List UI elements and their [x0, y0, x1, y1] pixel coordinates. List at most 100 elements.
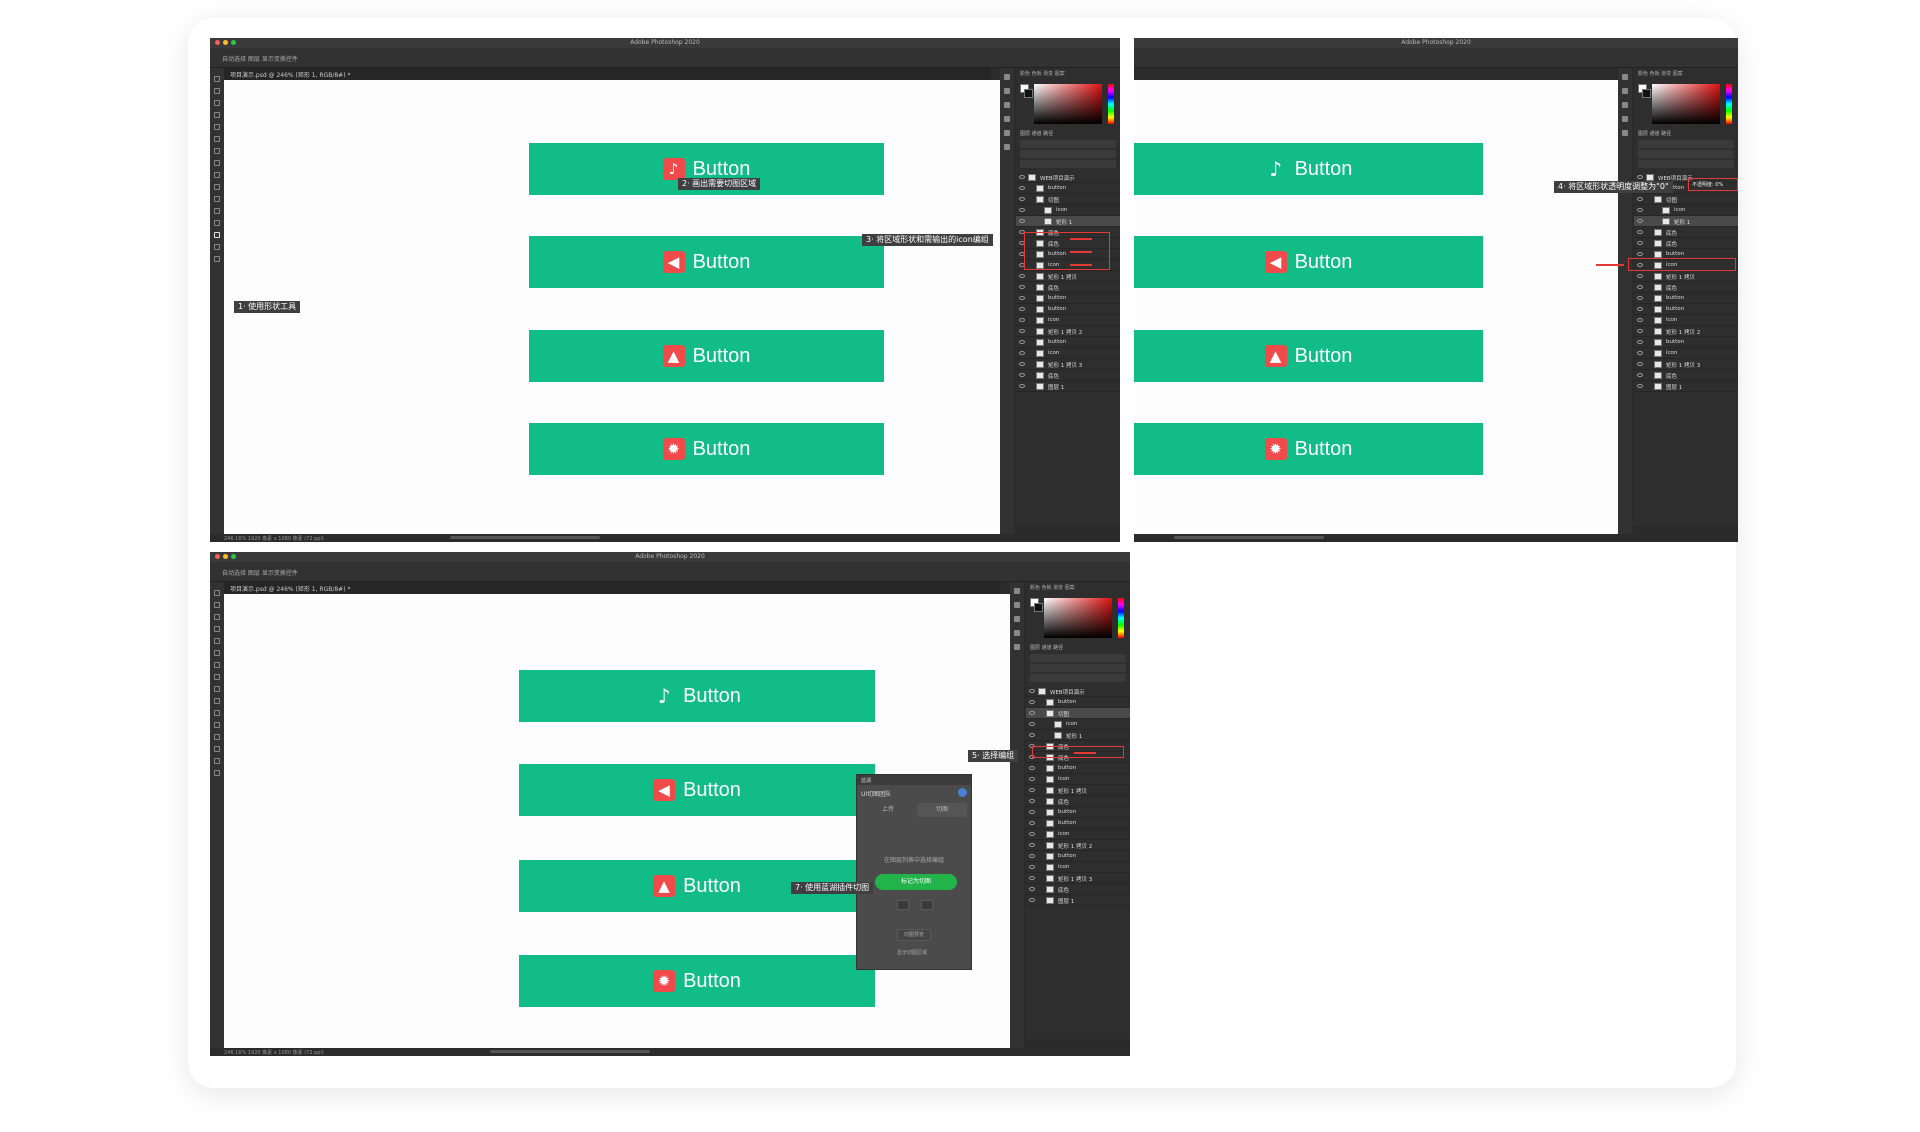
- visibility-eye-icon[interactable]: [1029, 733, 1035, 737]
- visibility-eye-icon[interactable]: [1029, 887, 1035, 891]
- visibility-eye-icon[interactable]: [1637, 208, 1643, 212]
- visibility-eye-icon[interactable]: [1637, 197, 1643, 201]
- adjustments-icon[interactable]: [1622, 116, 1628, 122]
- options-text[interactable]: 自动选择 图层 显示变换控件: [222, 568, 298, 577]
- layer-filter-row[interactable]: [1638, 140, 1734, 148]
- document-tab[interactable]: 项目演示.psd @ 246% (矩形 1, RGB/8#) *: [230, 70, 350, 79]
- layer-row[interactable]: 底色: [1016, 370, 1120, 381]
- layer-row[interactable]: 底色: [1634, 227, 1738, 238]
- speaker-button[interactable]: ◀ Button: [519, 764, 875, 816]
- visibility-eye-icon[interactable]: [1029, 689, 1035, 693]
- layer-row[interactable]: 矩形 1 拷贝 3: [1634, 359, 1738, 370]
- visibility-eye-icon[interactable]: [1637, 241, 1643, 245]
- warning-button[interactable]: ▲ Button: [1134, 330, 1483, 382]
- move-tool-icon[interactable]: [214, 590, 220, 596]
- hue-slider[interactable]: [1726, 84, 1732, 124]
- properties-icon[interactable]: [1014, 602, 1020, 608]
- layer-row[interactable]: icon: [1026, 829, 1130, 840]
- lock-row[interactable]: [1638, 160, 1734, 168]
- text-tool-icon[interactable]: [214, 722, 220, 728]
- layer-row[interactable]: 底色: [1026, 796, 1130, 807]
- visibility-eye-icon[interactable]: [1029, 788, 1035, 792]
- adjustments-icon[interactable]: [1004, 116, 1010, 122]
- layer-filter-row[interactable]: [1030, 654, 1126, 662]
- user-avatar[interactable]: [958, 788, 967, 797]
- gradient-tool-icon[interactable]: [214, 184, 220, 190]
- layer-row[interactable]: 切图: [1634, 194, 1738, 205]
- opacity-field[interactable]: 不透明度: 0%: [1692, 181, 1723, 188]
- visibility-eye-icon[interactable]: [1029, 722, 1035, 726]
- eraser-tool-icon[interactable]: [214, 686, 220, 692]
- layers-panel-tabs[interactable]: 图层 通道 路径: [1030, 644, 1063, 651]
- visibility-eye-icon[interactable]: [1637, 175, 1643, 179]
- visibility-eye-icon[interactable]: [1637, 340, 1643, 344]
- gear-button[interactable]: ✹ Button: [519, 955, 875, 1007]
- layer-row[interactable]: 矩形 1 拷贝 2: [1026, 840, 1130, 851]
- hand-tool-icon[interactable]: [214, 244, 220, 250]
- layer-filter-row[interactable]: [1020, 140, 1116, 148]
- blend-mode-row[interactable]: [1638, 150, 1734, 158]
- history-icon[interactable]: [1014, 588, 1020, 594]
- hue-slider[interactable]: [1118, 598, 1124, 638]
- visibility-eye-icon[interactable]: [1637, 296, 1643, 300]
- brush-settings-icon[interactable]: [1014, 616, 1020, 622]
- layer-row[interactable]: 矩形 1 拷贝: [1026, 785, 1130, 796]
- layer-row[interactable]: icon: [1634, 205, 1738, 216]
- color-picker-field[interactable]: [1044, 598, 1112, 638]
- eraser-tool-icon[interactable]: [214, 172, 220, 178]
- layer-row[interactable]: icon: [1016, 348, 1120, 359]
- visibility-eye-icon[interactable]: [1019, 296, 1025, 300]
- layer-row[interactable]: 矩形 1 拷贝: [1016, 271, 1120, 282]
- visibility-eye-icon[interactable]: [1637, 230, 1643, 234]
- layer-row[interactable]: button: [1026, 807, 1130, 818]
- stamp-tool-icon[interactable]: [214, 160, 220, 166]
- magic-wand-tool-icon[interactable]: [214, 626, 220, 632]
- layer-row[interactable]: 矩形 1: [1026, 730, 1130, 741]
- visibility-eye-icon[interactable]: [1019, 362, 1025, 366]
- layer-row[interactable]: button: [1634, 304, 1738, 315]
- layer-row[interactable]: button: [1016, 304, 1120, 315]
- visibility-eye-icon[interactable]: [1019, 318, 1025, 322]
- warning-button[interactable]: ▲ Button: [529, 330, 884, 382]
- visibility-eye-icon[interactable]: [1637, 274, 1643, 278]
- text-tool-icon[interactable]: [214, 208, 220, 214]
- layer-row[interactable]: icon: [1026, 862, 1130, 873]
- crop-tool-icon[interactable]: [214, 638, 220, 644]
- lock-row[interactable]: [1020, 160, 1116, 168]
- visibility-eye-icon[interactable]: [1019, 219, 1025, 223]
- layer-row[interactable]: icon: [1634, 315, 1738, 326]
- layer-row[interactable]: 切图: [1026, 708, 1130, 719]
- document-canvas[interactable]: ♪ Button ◀ Button ▲ Button ✹ Button: [224, 80, 1000, 534]
- layers-panel-tabs[interactable]: 图层 通道 路径: [1638, 130, 1671, 137]
- color-panel-tabs[interactable]: 颜色 色板 渐变 图案: [1638, 70, 1683, 77]
- visibility-eye-icon[interactable]: [1019, 351, 1025, 355]
- layer-row[interactable]: WEB项目演示: [1026, 686, 1130, 697]
- layer-row[interactable]: button: [1634, 337, 1738, 348]
- layer-row[interactable]: button: [1016, 183, 1120, 194]
- shape-tool-icon[interactable]: [214, 746, 220, 752]
- scale-option[interactable]: [897, 900, 909, 910]
- layer-row[interactable]: button: [1026, 763, 1130, 774]
- bell-button[interactable]: ♪ Button: [1134, 143, 1483, 195]
- brush-settings-icon[interactable]: [1004, 102, 1010, 108]
- layer-row[interactable]: 矩形 1 拷贝 3: [1026, 873, 1130, 884]
- character-icon[interactable]: [1014, 644, 1020, 650]
- speaker-button[interactable]: ◀ Button: [1134, 236, 1483, 288]
- layer-row[interactable]: 底色: [1634, 238, 1738, 249]
- visibility-eye-icon[interactable]: [1637, 285, 1643, 289]
- history-icon[interactable]: [1004, 74, 1010, 80]
- options-text[interactable]: 自动选择 图层 显示变换控件: [222, 54, 298, 63]
- brush-settings-icon[interactable]: [1622, 102, 1628, 108]
- layer-row[interactable]: 矩形 1: [1634, 216, 1738, 227]
- brush-tool-icon[interactable]: [214, 662, 220, 668]
- path-select-tool-icon[interactable]: [214, 734, 220, 740]
- document-tab[interactable]: 项目演示.psd @ 246% (矩形 1, RGB/8#) *: [230, 584, 350, 593]
- pen-tool-icon[interactable]: [214, 196, 220, 202]
- visibility-eye-icon[interactable]: [1029, 810, 1035, 814]
- visibility-eye-icon[interactable]: [1029, 898, 1035, 902]
- brush-tool-icon[interactable]: [214, 148, 220, 154]
- lasso-tool-icon[interactable]: [214, 100, 220, 106]
- layer-row[interactable]: button: [1026, 818, 1130, 829]
- slice-preview-button[interactable]: 切图预览: [897, 929, 931, 941]
- visibility-eye-icon[interactable]: [1637, 329, 1643, 333]
